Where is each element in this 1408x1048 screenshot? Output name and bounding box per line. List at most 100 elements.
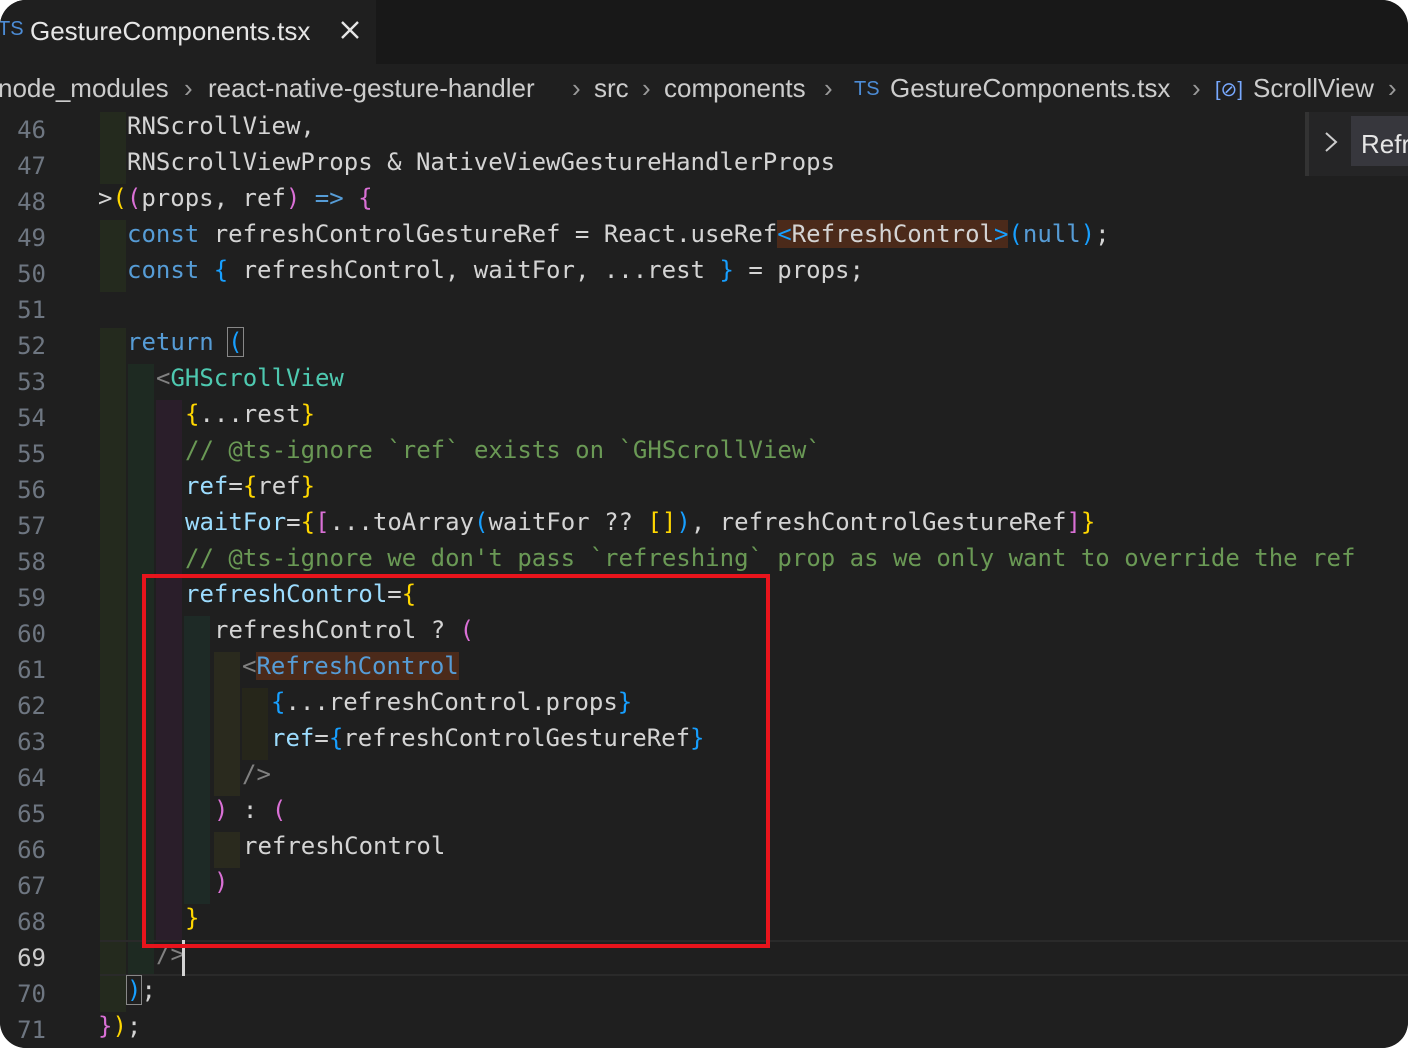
token: = bbox=[286, 508, 301, 536]
line-number: 60 bbox=[17, 620, 46, 648]
comment: // @ts-ignore `ref` exists on `GHScrollV… bbox=[185, 436, 821, 464]
bracket: { bbox=[300, 508, 316, 536]
code-line-53: <GHScrollView bbox=[156, 364, 344, 400]
line-number: 65 bbox=[17, 800, 46, 828]
indent-guide bbox=[100, 220, 126, 292]
code-line-54: {...rest} bbox=[185, 400, 315, 436]
line-number: 55 bbox=[17, 440, 46, 468]
chevron-right-icon[interactable] bbox=[1323, 130, 1339, 154]
code-line-48: >((props, ref) => { bbox=[98, 184, 373, 220]
token: ...rest bbox=[199, 400, 301, 428]
line-number: 53 bbox=[17, 368, 46, 396]
code-line-50: const { refreshControl, waitFor, ...rest… bbox=[127, 256, 864, 292]
token: = bbox=[228, 472, 243, 500]
bracket: ) bbox=[112, 1012, 127, 1040]
breadcrumb-item-symbol[interactable]: ScrollView bbox=[1253, 73, 1374, 104]
keyword: null bbox=[1022, 220, 1081, 248]
line-number: 70 bbox=[17, 980, 46, 1008]
chevron-right-icon: › bbox=[642, 73, 651, 103]
bracket: ) bbox=[125, 975, 143, 1005]
line-number: 64 bbox=[17, 764, 46, 792]
code-line-57: waitFor={[...toArray(waitFor ?? []), ref… bbox=[185, 508, 1095, 544]
bracket: ( bbox=[126, 184, 142, 212]
bracket: < bbox=[777, 220, 792, 248]
code-line-56: ref={ref} bbox=[185, 472, 315, 508]
breadcrumb-item-src[interactable]: src bbox=[594, 73, 629, 104]
chevron-right-icon: › bbox=[184, 73, 193, 103]
bracket: [ bbox=[315, 508, 330, 536]
chevron-right-icon: › bbox=[1388, 73, 1397, 103]
line-number: 66 bbox=[17, 836, 46, 864]
typescript-file-icon: TS bbox=[0, 18, 24, 40]
token: > bbox=[98, 184, 113, 212]
tab-gesture-components[interactable]: TS GestureComponents.tsx bbox=[0, 0, 376, 64]
breadcrumb: node_modules › react-native-gesture-hand… bbox=[0, 64, 1408, 114]
bracket: ( bbox=[227, 327, 244, 357]
line-number: 46 bbox=[17, 116, 46, 144]
highlight-annotation-box bbox=[142, 574, 770, 948]
token: ; bbox=[1095, 220, 1110, 248]
token: RefreshControl bbox=[791, 220, 994, 248]
comment: // @ts-ignore we don't pass `refreshing`… bbox=[185, 544, 1356, 572]
line-number: 47 bbox=[17, 152, 46, 180]
editor-window: TS GestureComponents.tsx node_modules › … bbox=[0, 0, 1408, 1048]
token: refreshControlGestureRef = React.useRef bbox=[199, 220, 778, 248]
bracket: { bbox=[242, 472, 258, 500]
token: waitFor ?? bbox=[488, 508, 648, 536]
token: ; bbox=[141, 976, 156, 1004]
bracket: { bbox=[358, 184, 373, 212]
keyword: return bbox=[127, 328, 214, 356]
token: , refreshControlGestureRef bbox=[690, 508, 1067, 536]
chevron-right-icon: › bbox=[1192, 73, 1201, 103]
line-number: 56 bbox=[17, 476, 46, 504]
symbol-variable-icon: [⊘] bbox=[1215, 79, 1243, 101]
indent-guide bbox=[100, 112, 126, 184]
line-number-active: 69 bbox=[17, 944, 46, 972]
token: < bbox=[156, 364, 171, 392]
token: waitFor bbox=[185, 508, 287, 536]
bracket: ) bbox=[1080, 220, 1096, 248]
bracket: { bbox=[185, 400, 200, 428]
code-editor[interactable]: 46 47 48 49 50 51 52 53 54 55 56 57 58 5… bbox=[0, 112, 1408, 1048]
bracket: ) bbox=[676, 508, 691, 536]
line-number: 59 bbox=[17, 584, 46, 612]
token: ref bbox=[185, 472, 229, 500]
bracket: { bbox=[213, 256, 229, 284]
sticky-scroll-label[interactable]: Refr bbox=[1351, 116, 1408, 166]
line-number: 52 bbox=[17, 332, 46, 360]
breadcrumb-item-file[interactable]: GestureComponents.tsx bbox=[890, 73, 1170, 104]
token: RNScrollView, bbox=[127, 112, 315, 140]
bracket: [] bbox=[647, 508, 677, 536]
code-line-52: return ( bbox=[127, 327, 244, 364]
chevron-right-icon: › bbox=[824, 73, 833, 103]
breadcrumb-item-components[interactable]: components bbox=[664, 73, 806, 104]
sticky-scroll-widget[interactable]: Refr bbox=[1305, 112, 1408, 176]
breadcrumb-item-node-modules[interactable]: node_modules bbox=[0, 73, 169, 104]
line-number: 48 bbox=[17, 188, 46, 216]
token: GHScrollView bbox=[170, 364, 344, 392]
line-number: 57 bbox=[17, 512, 46, 540]
breadcrumb-item-package[interactable]: react-native-gesture-handler bbox=[208, 73, 535, 104]
line-number: 58 bbox=[17, 548, 46, 576]
typescript-file-icon: TS bbox=[854, 78, 880, 100]
code-line-55: // @ts-ignore `ref` exists on `GHScrollV… bbox=[185, 436, 821, 472]
bracket: ( bbox=[112, 184, 127, 212]
chevron-right-icon: › bbox=[572, 73, 581, 103]
indent-guide bbox=[100, 328, 126, 1012]
bracket: } bbox=[300, 472, 316, 500]
bracket: } bbox=[719, 256, 734, 284]
tab-label: GestureComponents.tsx bbox=[30, 16, 311, 46]
token: RNScrollViewProps & NativeViewGestureHan… bbox=[127, 148, 836, 176]
token: = props; bbox=[733, 256, 864, 284]
bracket: > bbox=[993, 220, 1009, 248]
line-number: 51 bbox=[17, 296, 46, 324]
code-line-70: ); bbox=[125, 975, 156, 1012]
line-number: 62 bbox=[17, 692, 46, 720]
code-line-46: RNScrollView, bbox=[127, 112, 315, 148]
line-number: 61 bbox=[17, 656, 46, 684]
tab-bar: TS GestureComponents.tsx bbox=[0, 0, 1408, 64]
bracket: } bbox=[98, 1012, 113, 1040]
close-icon[interactable] bbox=[338, 18, 362, 42]
token: => bbox=[300, 184, 359, 212]
